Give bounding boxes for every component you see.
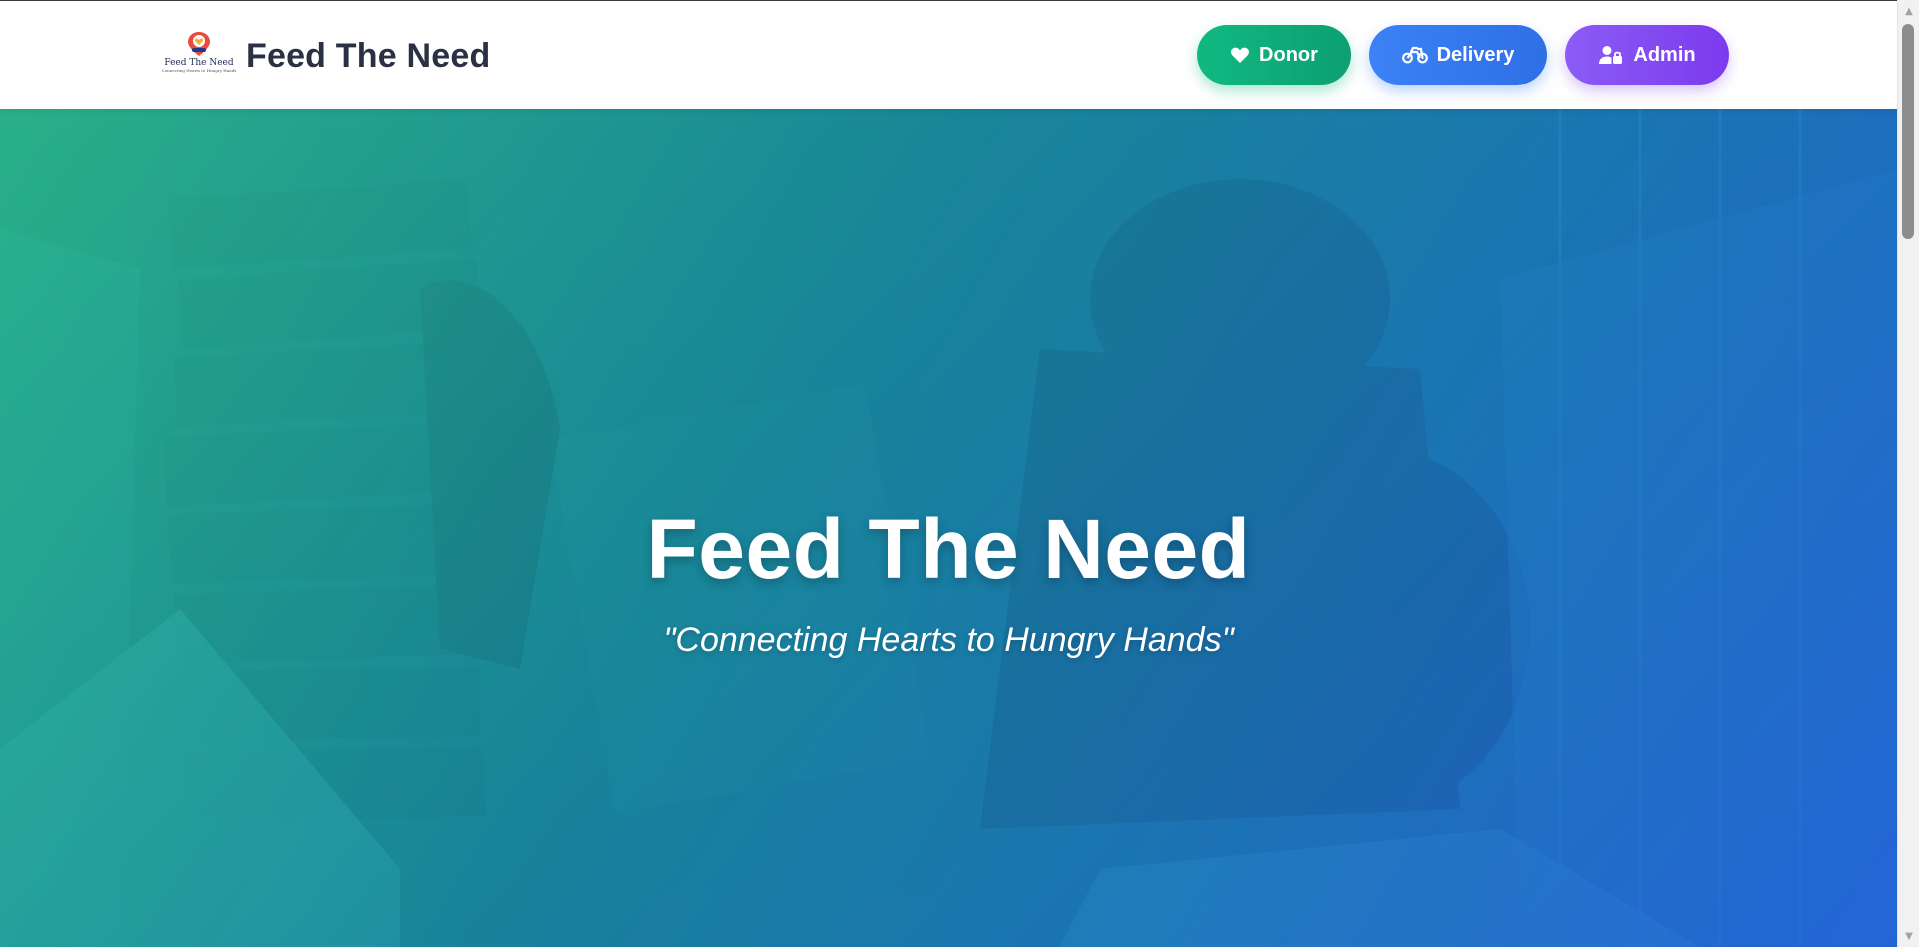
delivery-button[interactable]: Delivery bbox=[1369, 25, 1547, 85]
viewport: Feed The Need Connecting Hearts to Hungr… bbox=[0, 0, 1897, 947]
user-lock-icon bbox=[1598, 45, 1624, 65]
brand[interactable]: Feed The Need Connecting Hearts to Hungr… bbox=[162, 31, 490, 81]
scroll-down-icon[interactable]: ▼ bbox=[1898, 927, 1919, 945]
delivery-button-label: Delivery bbox=[1436, 43, 1515, 66]
vertical-scrollbar[interactable]: ▲ ▼ bbox=[1897, 0, 1919, 947]
scroll-thumb[interactable] bbox=[1902, 24, 1914, 239]
heart-icon bbox=[1230, 46, 1250, 64]
main-nav: Donor Delivery Admin bbox=[1197, 25, 1729, 85]
site-header: Feed The Need Connecting Hearts to Hungr… bbox=[0, 1, 1897, 109]
admin-button[interactable]: Admin bbox=[1565, 25, 1729, 85]
donor-button-label: Donor bbox=[1259, 43, 1318, 66]
page: Feed The Need Connecting Hearts to Hungr… bbox=[0, 0, 1919, 947]
hero-title: Feed The Need bbox=[646, 502, 1251, 596]
hero-tagline: "Connecting Hearts to Hungry Hands" bbox=[663, 621, 1234, 659]
location-heart-icon bbox=[188, 32, 210, 56]
window-top-border bbox=[0, 0, 1897, 1]
donor-button[interactable]: Donor bbox=[1197, 25, 1351, 85]
hero-content: Feed The Need "Connecting Hearts to Hung… bbox=[0, 499, 1897, 660]
admin-button-label: Admin bbox=[1633, 43, 1696, 66]
logo[interactable]: Feed The Need Connecting Hearts to Hungr… bbox=[162, 31, 236, 81]
scroll-up-icon[interactable]: ▲ bbox=[1898, 2, 1919, 20]
hero-section: Feed The Need "Connecting Hearts to Hung… bbox=[0, 109, 1897, 947]
motorcycle-icon bbox=[1401, 46, 1428, 64]
logo-text: Feed The Need bbox=[164, 58, 234, 68]
logo-tagline: Connecting Hearts to Hungry Hands bbox=[161, 68, 237, 73]
brand-title[interactable]: Feed The Need bbox=[246, 37, 490, 76]
